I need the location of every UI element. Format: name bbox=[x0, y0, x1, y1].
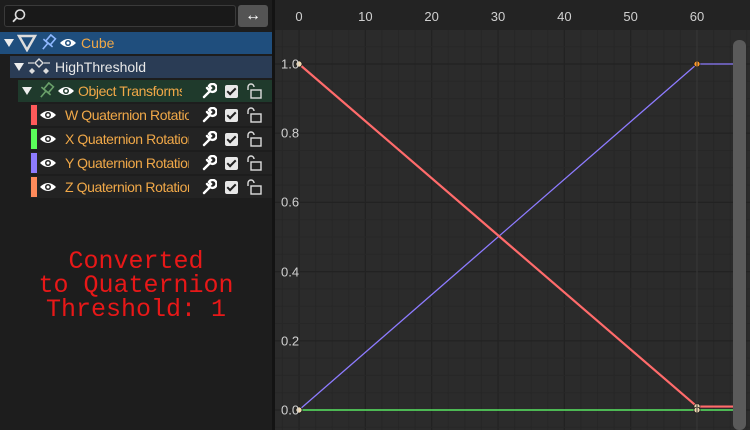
channel-row[interactable]: Z Quaternion Rotation bbox=[30, 176, 272, 198]
lock-icon[interactable] bbox=[246, 107, 264, 123]
lock-icon[interactable] bbox=[246, 131, 264, 147]
expand-triangle-icon[interactable] bbox=[4, 39, 14, 47]
value-tick-label: 0.6 bbox=[281, 194, 300, 210]
mute-checkbox[interactable] bbox=[225, 180, 238, 194]
swap-filter-button[interactable]: ↔ bbox=[238, 5, 268, 27]
wrench-icon[interactable] bbox=[201, 107, 217, 123]
action-keyframes-icon bbox=[28, 58, 50, 74]
mute-checkbox[interactable] bbox=[225, 108, 238, 122]
value-tick-label: 0.0 bbox=[281, 402, 300, 418]
overlay-message: Converted to Quaternion Threshold: 1 bbox=[38, 247, 234, 324]
eye-icon[interactable] bbox=[39, 156, 57, 170]
action-name: HighThreshold bbox=[55, 59, 147, 75]
frame-tick-label: 50 bbox=[623, 9, 638, 24]
channel-color-swatch bbox=[31, 177, 37, 197]
lock-icon[interactable] bbox=[246, 83, 264, 99]
eye-icon[interactable] bbox=[57, 84, 75, 98]
frame-tick-label: 40 bbox=[557, 9, 572, 24]
group-name: Object Transforms bbox=[78, 83, 182, 99]
channel-row[interactable]: X Quaternion Rotation bbox=[30, 128, 272, 150]
eye-icon[interactable] bbox=[59, 36, 77, 50]
channel-color-swatch bbox=[31, 129, 37, 149]
expand-triangle-icon[interactable] bbox=[22, 87, 32, 95]
channel-label: X Quaternion Rotation bbox=[65, 131, 189, 147]
channel-list-panel: ↔ Cube HighThreshold Object Transforms W… bbox=[0, 0, 272, 430]
channel-row[interactable]: W Quaternion Rotation bbox=[30, 104, 272, 126]
frame-tick-label: 10 bbox=[358, 9, 373, 24]
mute-checkbox[interactable] bbox=[225, 156, 238, 170]
vertical-scrollbar[interactable] bbox=[733, 40, 746, 430]
eye-icon[interactable] bbox=[39, 180, 57, 194]
channel-label: Z Quaternion Rotation bbox=[65, 179, 189, 195]
graph-plot[interactable] bbox=[275, 0, 750, 430]
wrench-icon[interactable] bbox=[201, 131, 217, 147]
object-name: Cube bbox=[81, 35, 115, 51]
value-tick-label: 0.8 bbox=[281, 125, 300, 141]
search-icon bbox=[12, 9, 26, 23]
group-row[interactable]: Object Transforms bbox=[18, 80, 272, 102]
expand-triangle-icon[interactable] bbox=[14, 63, 24, 71]
frame-ruler[interactable]: 0 10 20 30 40 50 60 bbox=[275, 0, 750, 30]
frame-tick-label: 60 bbox=[689, 9, 705, 24]
lock-icon[interactable] bbox=[246, 179, 264, 195]
mute-checkbox[interactable] bbox=[225, 132, 238, 146]
frame-tick-label: 30 bbox=[490, 9, 506, 24]
search-bar: ↔ bbox=[0, 0, 272, 32]
search-input[interactable] bbox=[4, 5, 236, 27]
frame-tick-label: 0 bbox=[295, 9, 303, 24]
lock-icon[interactable] bbox=[246, 155, 264, 171]
value-tick-label: 0.2 bbox=[281, 333, 300, 349]
eye-icon[interactable] bbox=[39, 108, 57, 122]
pin-icon[interactable] bbox=[35, 82, 57, 100]
wrench-icon[interactable] bbox=[201, 83, 217, 99]
channel-color-swatch bbox=[31, 153, 37, 173]
pin-icon[interactable] bbox=[37, 34, 59, 52]
mute-checkbox[interactable] bbox=[225, 84, 238, 98]
channel-label: W Quaternion Rotation bbox=[65, 107, 189, 123]
frame-tick-label: 20 bbox=[424, 9, 439, 24]
value-tick-label: 0.4 bbox=[281, 264, 300, 280]
channel-label: Y Quaternion Rotation bbox=[65, 155, 189, 171]
wrench-icon[interactable] bbox=[201, 179, 217, 195]
channel-row[interactable]: Y Quaternion Rotation bbox=[30, 152, 272, 174]
eye-icon[interactable] bbox=[39, 132, 57, 146]
object-row-cube[interactable]: Cube bbox=[0, 32, 272, 54]
object-data-icon bbox=[17, 34, 37, 52]
graph-editor[interactable]: 0 10 20 30 40 50 60 1.0 0.8 0.6 0.4 0.2 0.0 bbox=[275, 0, 750, 430]
wrench-icon[interactable] bbox=[201, 155, 217, 171]
channel-color-swatch bbox=[31, 105, 37, 125]
value-tick-label: 1.0 bbox=[281, 56, 300, 72]
action-row[interactable]: HighThreshold bbox=[10, 56, 272, 78]
